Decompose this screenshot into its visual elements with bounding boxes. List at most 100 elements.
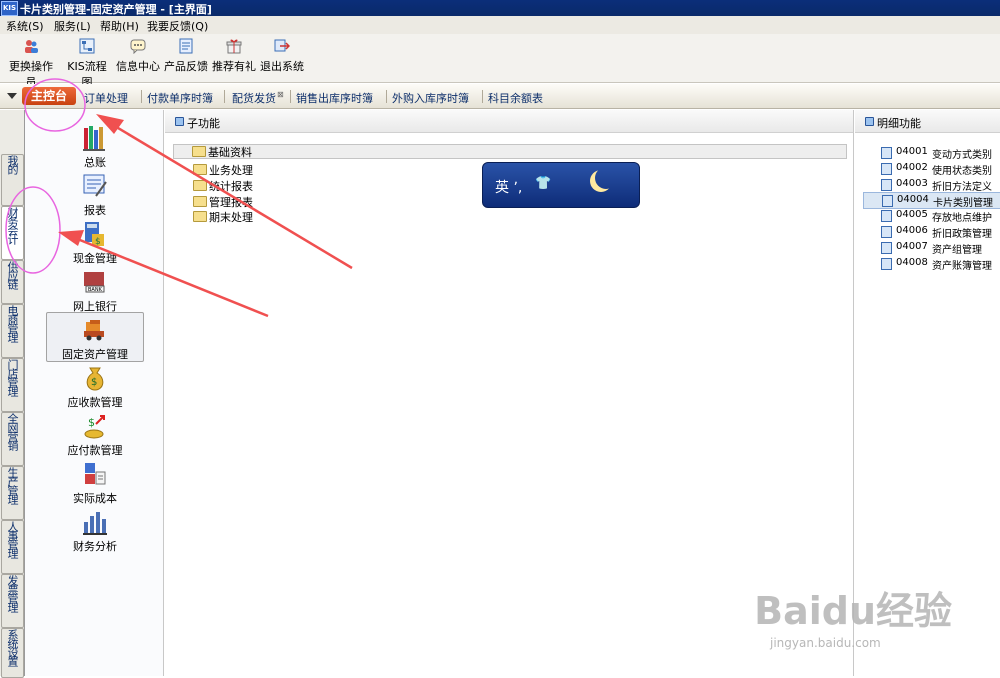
tab-sales-outbound-journal[interactable]: 销售出库序时簿: [296, 90, 373, 106]
detail-code: 04003: [896, 178, 928, 189]
detail-name: 使用状态类别: [932, 166, 992, 177]
module-online-banking[interactable]: BANK 网上银行: [45, 268, 145, 314]
tab-account-balance[interactable]: 科目余额表: [488, 90, 543, 106]
referral-gift-label: 推荐有礼: [212, 60, 256, 73]
vtab-system-settings[interactable]: 系统设置: [1, 628, 24, 678]
detail-name: 资产账簿管理: [932, 261, 992, 272]
vtab-supply-chain[interactable]: 供应链: [1, 260, 24, 304]
module-label: 财务分析: [73, 540, 117, 553]
menu-feedback[interactable]: 我要反馈(Q): [147, 18, 208, 34]
form-icon: [881, 179, 892, 191]
vtab-production[interactable]: 生产管理: [1, 466, 24, 520]
menu-service[interactable]: 服务(L): [54, 18, 91, 34]
module-payables[interactable]: $ 应付款管理: [45, 412, 145, 458]
tab-strip: 主控台 订单处理 付款单序时簿 配货发货 ⊠ 销售出库序时簿 外购入库序时簿 科…: [0, 84, 1000, 109]
kis-logo-icon: KIS: [1, 1, 18, 16]
tab-payment-journal[interactable]: 付款单序时簿: [147, 90, 213, 106]
detail-title: 明细功能: [877, 117, 921, 130]
detail-header: 明细功能: [855, 110, 1000, 133]
report-icon: [83, 174, 107, 197]
watermark-url: jingyan.baidu.com: [770, 636, 881, 650]
referral-gift-button[interactable]: 推荐有礼: [212, 38, 256, 74]
detail-name: 变动方式类别: [932, 150, 992, 161]
switch-operator-button[interactable]: 更换操作员: [4, 38, 58, 90]
flowchart-icon: [79, 38, 95, 54]
tab-order-processing[interactable]: 订单处理: [84, 90, 128, 106]
module-cash-management[interactable]: $ 现金管理: [45, 220, 145, 266]
info-center-button[interactable]: 信息中心: [116, 38, 160, 74]
detail-name: 资产组管理: [932, 245, 982, 256]
form-icon: [881, 242, 892, 254]
tab-separator: [141, 90, 142, 103]
coins-arrow-icon: $: [84, 415, 105, 439]
moon-icon: [595, 167, 617, 189]
detail-code: 04001: [896, 146, 928, 157]
detail-code: 04007: [896, 241, 928, 252]
detail-item[interactable]: 04003 折旧方法定义: [881, 177, 1000, 193]
tab-distribution-shipping[interactable]: 配货发货: [232, 90, 276, 106]
form-icon: [882, 195, 893, 207]
ime-toolbar[interactable]: 英 ʼ, 👕: [482, 162, 640, 208]
vtab-invoice[interactable]: 发票管理: [1, 574, 24, 628]
tab-separator: [482, 90, 483, 103]
tab-purchase-inbound-journal[interactable]: 外购入库序时簿: [392, 90, 469, 106]
folder-basic-data[interactable]: 基础资料: [173, 144, 847, 159]
menu-system[interactable]: 系统(S): [6, 18, 44, 34]
vtab-store[interactable]: 门店管理: [1, 358, 24, 412]
product-feedback-button[interactable]: 产品反馈: [164, 38, 208, 74]
exit-system-label: 退出系统: [260, 60, 304, 73]
sub-function-header: 子功能: [165, 110, 853, 133]
module-financial-analysis[interactable]: 财务分析: [45, 508, 145, 554]
svg-text:$: $: [91, 377, 97, 388]
detail-item-selected[interactable]: 04004 卡片类别管理: [863, 192, 1000, 209]
vtab-finance[interactable]: 财务会计: [1, 206, 24, 260]
cubes-icon: [85, 463, 106, 485]
detail-item[interactable]: 04001 变动方式类别: [881, 145, 1000, 161]
detail-code: 04004: [897, 194, 929, 205]
module-label: 报表: [84, 204, 106, 217]
module-receivables[interactable]: $ 应收款管理: [45, 364, 145, 410]
kis-flowchart-button[interactable]: KIS流程图: [62, 38, 112, 90]
detail-item[interactable]: 04008 资产账簿管理: [881, 256, 1000, 272]
detail-item[interactable]: 04006 折旧政策管理: [881, 224, 1000, 240]
module-general-ledger[interactable]: 总账: [45, 124, 145, 170]
books-icon: [83, 126, 105, 151]
exit-icon: [274, 39, 290, 52]
chevron-down-icon[interactable]: [7, 93, 17, 99]
detail-code: 04002: [896, 162, 928, 173]
detail-name: 折旧政策管理: [932, 229, 992, 240]
svg-text:$: $: [95, 237, 101, 247]
panel-bullet-icon: [865, 117, 874, 126]
module-label: 固定资产管理: [62, 348, 128, 361]
module-label: 现金管理: [73, 252, 117, 265]
form-icon: [881, 258, 892, 270]
vtab-hr[interactable]: 人事管理: [1, 520, 24, 574]
exit-system-button[interactable]: 退出系统: [260, 38, 304, 74]
folder-icon: [193, 196, 207, 207]
document-icon: [179, 38, 193, 54]
module-label: 总账: [84, 156, 106, 169]
detail-item[interactable]: 04007 资产组管理: [881, 240, 1000, 256]
vtab-ecommerce[interactable]: 电商管理: [1, 304, 24, 358]
module-reports[interactable]: 报表: [45, 172, 145, 218]
module-label: 应付款管理: [67, 444, 123, 457]
tab-separator: [386, 90, 387, 103]
folder-label: 管理报表: [209, 196, 253, 209]
folder-label: 期末处理: [209, 211, 253, 224]
detail-item[interactable]: 04002 使用状态类别: [881, 161, 1000, 177]
tab-main-console[interactable]: 主控台: [22, 87, 76, 105]
bank-icon: BANK: [84, 272, 105, 293]
detail-item[interactable]: 04005 存放地点维护: [881, 208, 1000, 224]
menu-help[interactable]: 帮助(H): [100, 18, 139, 34]
detail-code: 04008: [896, 257, 928, 268]
folder-label: 业务处理: [209, 164, 253, 177]
module-fixed-assets[interactable]: 固定资产管理: [46, 312, 144, 362]
vtab-marketing[interactable]: 全网营销: [1, 412, 24, 466]
module-actual-cost[interactable]: 实际成本: [45, 460, 145, 506]
form-icon: [881, 163, 892, 175]
info-center-label: 信息中心: [116, 60, 160, 73]
vtab-my-kis[interactable]: 我的KIS: [1, 154, 24, 206]
module-label: 应收款管理: [67, 396, 123, 409]
detail-name: 存放地点维护: [932, 213, 992, 224]
close-icon[interactable]: ⊠: [277, 90, 284, 99]
